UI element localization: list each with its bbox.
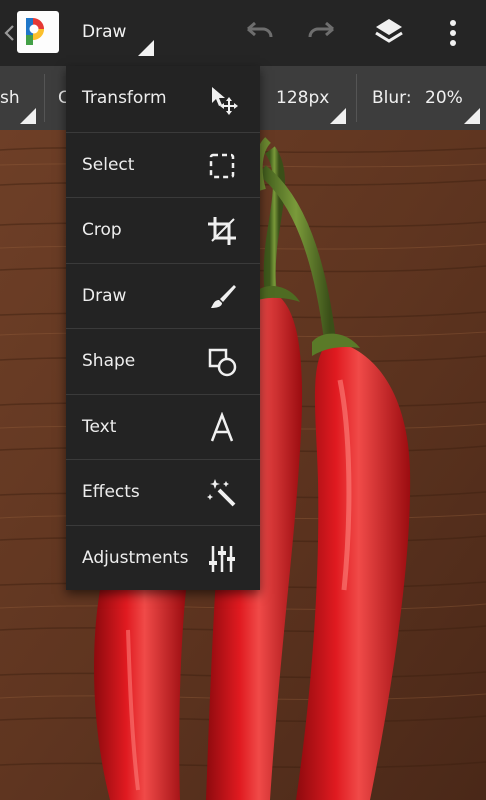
brush-dropdown-caret-icon — [20, 108, 36, 124]
size-dropdown-caret-icon — [330, 108, 346, 124]
select-icon — [209, 153, 235, 178]
menu-item-shape[interactable]: Shape — [66, 328, 260, 394]
menu-item-label: Effects — [82, 482, 140, 502]
text-icon — [210, 411, 234, 441]
brush-icon — [211, 284, 236, 308]
blur-option[interactable]: Blur: 20% — [358, 66, 482, 130]
crop-icon — [208, 217, 236, 245]
blur-value: 20% — [425, 88, 463, 108]
overflow-menu-icon — [450, 20, 456, 46]
redo-button[interactable] — [303, 13, 343, 53]
overflow-menu-button[interactable] — [433, 13, 473, 53]
shape-icon — [208, 348, 237, 377]
blur-dropdown-caret-icon — [464, 108, 480, 124]
size-value: 128px — [276, 88, 330, 108]
menu-item-label: Select — [82, 154, 135, 175]
menu-item-select[interactable]: Select — [66, 131, 260, 198]
transform-icon — [212, 87, 238, 115]
divider — [44, 74, 45, 122]
mode-title[interactable]: Draw — [82, 22, 126, 42]
menu-item-label: Text — [82, 416, 117, 437]
adjustments-icon — [209, 545, 235, 572]
brush-option-label: sh — [0, 88, 20, 108]
menu-item-label: Transform — [82, 88, 167, 108]
brush-option[interactable]: sh — [0, 66, 40, 130]
menu-item-crop[interactable]: Crop — [66, 197, 260, 263]
menu-item-label: Crop — [82, 220, 122, 240]
menu-item-label: Shape — [82, 351, 136, 371]
menu-item-draw[interactable]: Draw — [66, 262, 260, 329]
menu-item-effects[interactable]: Effects — [66, 459, 260, 525]
magic-wand-icon — [207, 479, 236, 507]
menu-item-transform[interactable]: Transform — [66, 66, 260, 132]
mode-dropdown-caret-icon[interactable] — [138, 40, 154, 56]
undo-icon — [247, 21, 273, 38]
blur-label: Blur: — [372, 88, 412, 108]
size-option[interactable]: 128px — [260, 66, 350, 130]
action-bar: Draw — [0, 0, 486, 66]
back-caret-icon[interactable] — [3, 18, 15, 48]
menu-item-label: Draw — [82, 285, 127, 306]
menu-item-label: Adjustments — [82, 547, 189, 568]
tool-mode-menu: Transform Select Crop Draw Shape Text Ef… — [66, 66, 260, 590]
app-logo-icon[interactable] — [17, 11, 59, 53]
redo-icon — [308, 21, 334, 38]
layers-icon — [375, 19, 403, 43]
menu-item-adjustments[interactable]: Adjustments — [66, 524, 260, 591]
menu-item-text[interactable]: Text — [66, 393, 260, 460]
layers-button[interactable] — [369, 13, 409, 53]
divider — [356, 74, 357, 122]
undo-button[interactable] — [238, 13, 278, 53]
